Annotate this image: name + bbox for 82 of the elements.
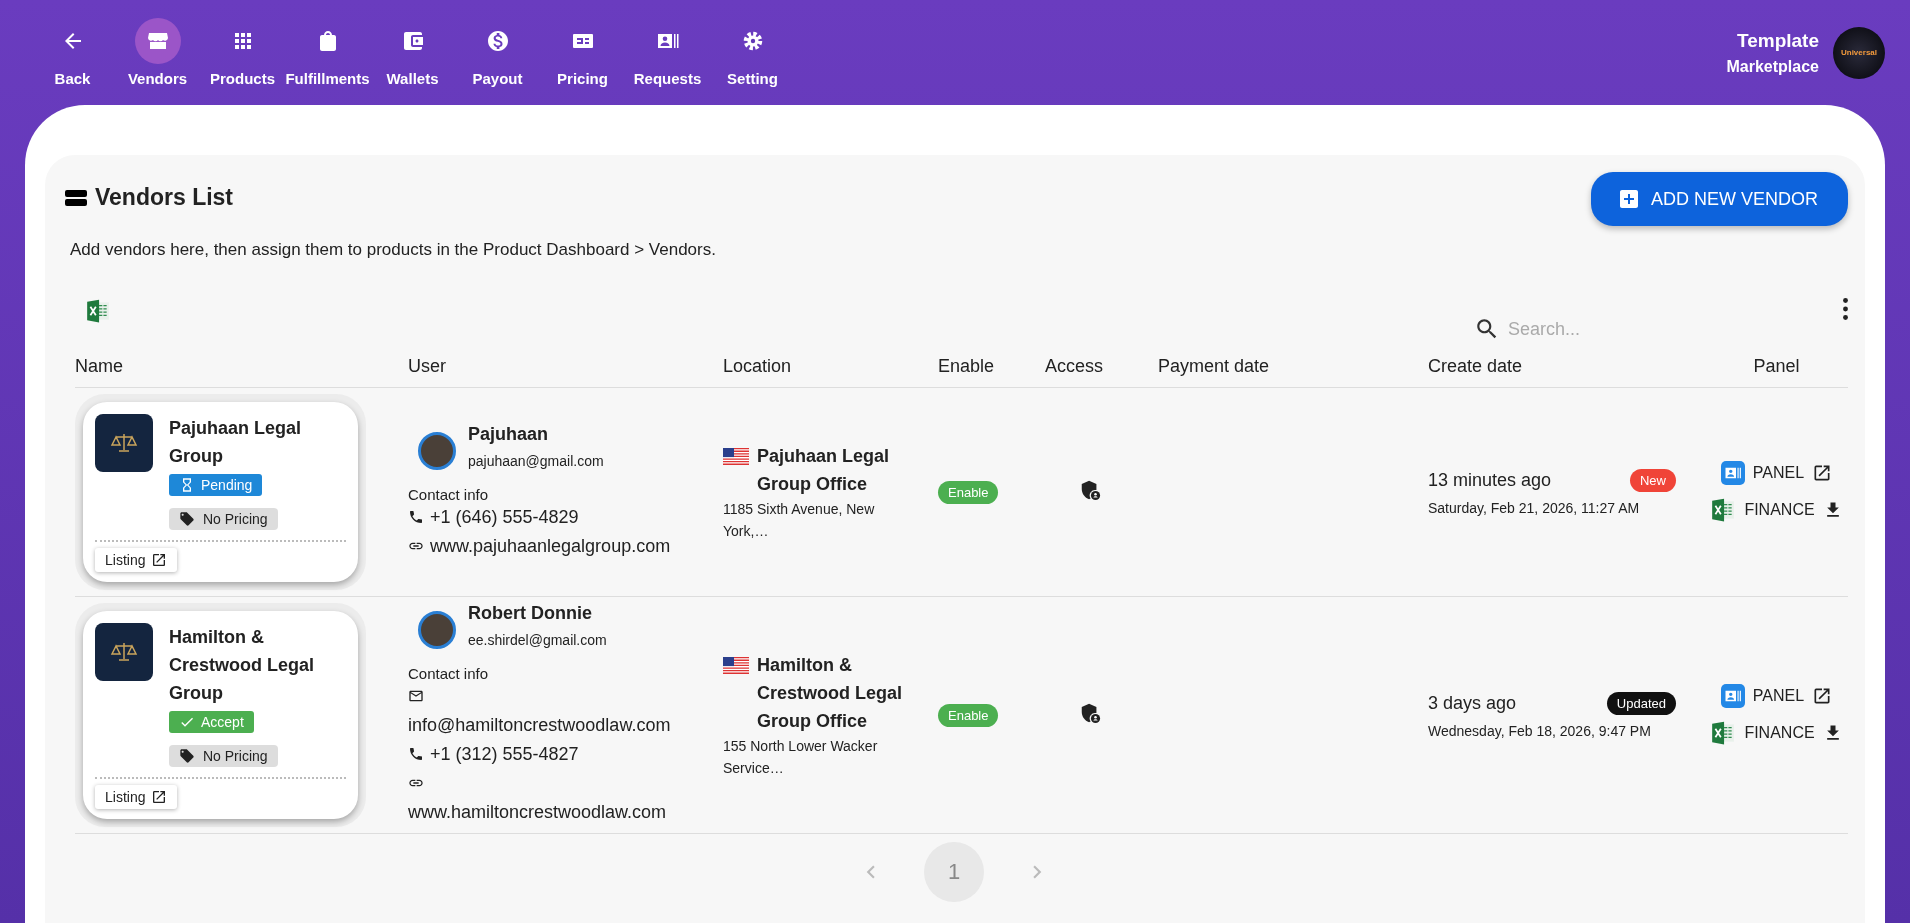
avatar-photo [418,611,456,649]
created-relative: 3 days ago [1428,692,1517,714]
tag-icon [179,748,195,764]
tag-icon [179,511,195,527]
finance-link[interactable]: FINANCE [1710,497,1843,523]
status-badge: Pending [169,474,263,496]
phone-icon [408,508,424,525]
nav-tab[interactable]: Setting [710,18,795,87]
created-relative: 13 minutes ago [1428,469,1552,491]
search-field[interactable]: Search... [1508,318,1808,340]
add-icon [1617,187,1641,211]
nav-tab[interactable]: Fulfillments [285,18,370,87]
external-link-icon [151,789,168,805]
nav-tab[interactable]: Wallets [370,18,455,87]
location-address: 1185 Sixth Avenue, New York,… [723,500,876,541]
brand-title: Template [1737,29,1819,52]
user-name: Pajuhaan [468,423,550,445]
user-email: pajuhaan@gmail.com [468,452,604,469]
dollar-icon [485,29,510,53]
nav-tab[interactable]: Payout [455,18,540,87]
finance-link[interactable]: FINANCE [1710,720,1843,746]
column-header: Enable [937,356,996,377]
vendor-logo [95,623,153,681]
flag-icon [723,448,749,465]
external-link-icon [1812,686,1833,706]
nav-tab[interactable]: Pricing [540,18,625,87]
location-name: Hamilton & Crestwood Legal Group Office [757,654,904,733]
created-date: Saturday, Feb 21, 2026, 11:27 AM [1428,499,1641,516]
external-link-icon [151,552,168,568]
column-header: Name [75,356,124,377]
more-icon [1843,298,1848,320]
mail-icon [408,688,424,704]
contact-label: Contact info [408,665,490,682]
user-name: Robert Donnie [468,603,593,624]
nav-tab[interactable]: Requests [625,18,710,87]
column-header: Create date [1427,356,1524,377]
shield-user-icon [1079,702,1101,724]
nav-tab[interactable]: Vendors [115,18,200,87]
panel-link[interactable]: PANEL [1720,684,1833,708]
phone-icon [408,746,424,762]
contact-text: www.hamiltoncrestwoodlaw.com [408,802,667,822]
avatar-photo [418,431,456,470]
export-button[interactable] [85,298,111,324]
contact-text: +1 (312) 555-4827 [430,744,579,764]
column-header: Access [1044,356,1105,377]
column-header: Payment date [1157,356,1271,377]
flag-icon [723,657,749,674]
created-badge: New [1630,468,1676,492]
column-header: Location [722,356,793,377]
list-icon [65,188,87,207]
add-vendor-button[interactable]: ADD NEW VENDOR [1591,172,1848,226]
brand-logo[interactable]: Universal [1833,26,1885,79]
spreadsheet-icon [1710,497,1737,523]
status-badge: Accept [169,711,254,733]
panel-link[interactable]: PANEL [1720,461,1833,485]
shield-user-icon [1079,479,1101,501]
contact-text: info@hamiltoncrestwoodlaw.com [408,715,671,735]
contact-label: Contact info [408,485,490,503]
location-address: 155 North Lower Wacker Service… [723,737,879,778]
contact-text: +1 (646) 555-4829 [430,506,579,527]
location-name: Pajuhaan Legal Group Office [757,445,891,496]
listing-button[interactable]: Listing [95,785,178,809]
external-link-icon [1812,463,1833,483]
listing-button[interactable]: Listing [95,548,178,572]
brand-subtitle: Marketplace [1726,57,1819,76]
created-badge: Updated [1606,691,1676,715]
vendor-name: Hamilton & Crestwood Legal Group [169,626,316,705]
column-header: User [407,356,447,377]
pricing-badge: No Pricing [169,745,278,767]
contact-text: www.pajuhaanlegalgroup.com [430,535,671,556]
user-email: ee.shirdel@gmail.com [468,632,607,648]
column-header: Panel [1752,356,1801,377]
page-title: Vendors List [95,184,234,211]
vendor-logo [95,414,153,472]
pricing-badge: No Pricing [169,508,278,530]
vendor-name: Pajuhaan Legal Group [169,417,303,468]
spreadsheet-icon [1710,720,1737,746]
nav-tab[interactable]: Products [200,18,285,87]
created-date: Wednesday, Feb 18, 2026, 9:47 PM [1428,722,1652,739]
spreadsheet-icon [85,298,111,324]
nav-tab[interactable]: Back [30,18,115,87]
description-text: Add vendors here, then assign them to products in the Product Dashboard > Vendors. [70,240,717,260]
